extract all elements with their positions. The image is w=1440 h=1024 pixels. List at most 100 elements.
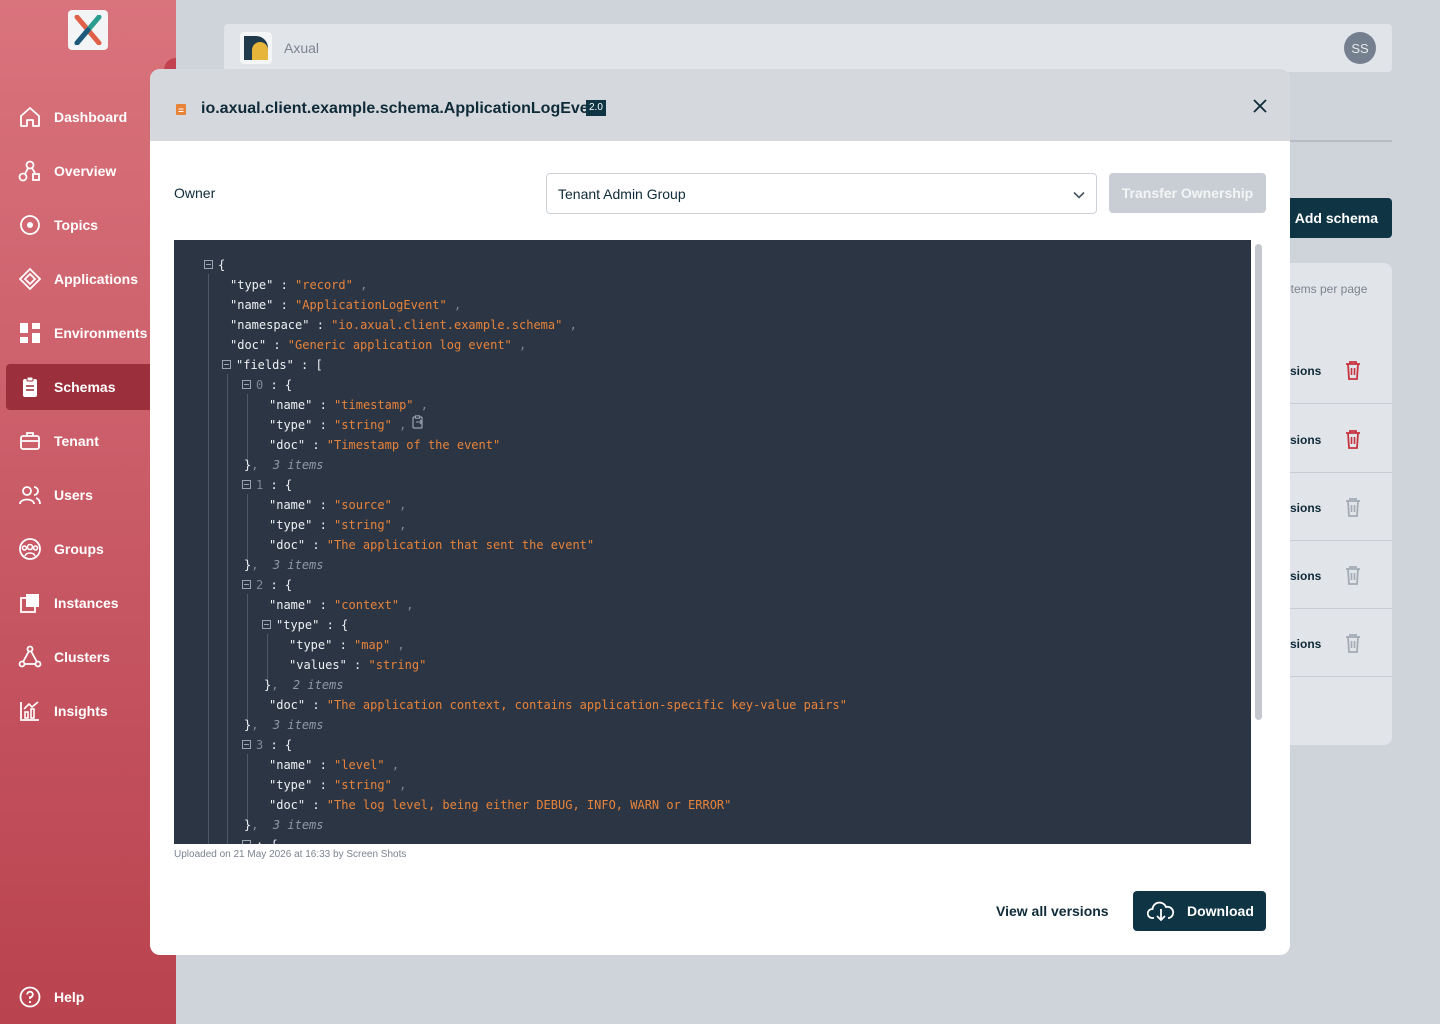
sidebar-item-label: Topics: [54, 217, 99, 233]
close-icon[interactable]: [1250, 96, 1270, 116]
json-line: "type" : "string" ,: [269, 418, 407, 432]
clusters-icon: [18, 645, 42, 668]
sidebar-item-label: Groups: [54, 541, 104, 557]
versions-link[interactable]: sions: [1290, 637, 1321, 651]
indent-guide: [247, 594, 248, 724]
delete-icon[interactable]: [1344, 360, 1362, 380]
scrollbar-thumb[interactable]: [1255, 244, 1262, 720]
json-line: "name" : "context" ,: [269, 598, 414, 612]
json-line: "type" : {: [262, 615, 348, 635]
schema-icon: [176, 104, 186, 115]
collapse-toggle[interactable]: [242, 840, 251, 844]
view-all-versions-button[interactable]: View all versions: [996, 903, 1109, 919]
versions-link[interactable]: sions: [1290, 501, 1321, 515]
json-line: }, 3 items: [244, 458, 324, 472]
json-line: "type" : "record" ,: [230, 278, 368, 292]
json-line: }, 3 items: [244, 558, 324, 572]
tenant-logo-icon[interactable]: [240, 32, 272, 64]
indent-guide: [227, 374, 228, 844]
sidebar-item-label: Dashboard: [54, 109, 128, 125]
json-value: Generic application log event: [295, 338, 505, 352]
version-badge: 2.0: [586, 100, 606, 116]
collapse-toggle[interactable]: [222, 360, 231, 369]
json-value: source: [341, 498, 385, 512]
json-line: 0 : {: [242, 375, 292, 395]
schema-json-viewer: { "type" : "record" , "name" : "Applicat…: [174, 240, 1251, 844]
json-value: The log level, being either DEBUG, INFO,…: [334, 798, 725, 812]
json-value: string: [375, 658, 420, 672]
json-value: context: [341, 598, 392, 612]
collapse-toggle[interactable]: [242, 740, 251, 749]
json-item-count: 3 items: [272, 818, 324, 832]
delete-icon: [1346, 634, 1360, 653]
owner-label: Owner: [174, 185, 216, 201]
json-value: string: [341, 418, 385, 432]
indent-guide: [247, 494, 248, 564]
collapse-toggle[interactable]: [204, 260, 213, 269]
json-line: 1 : {: [242, 475, 292, 495]
json-line: }, 3 items: [244, 818, 324, 832]
json-line: }, 3 items: [244, 718, 324, 732]
json-line: 3 : {: [242, 735, 292, 755]
sidebar-item-label: Clusters: [54, 649, 111, 665]
json-line: "doc" : "Generic application log event" …: [230, 338, 527, 352]
items-per-page-label: items per page: [1288, 282, 1368, 296]
modal-title: io.axual.client.example.schema.Applicati…: [201, 100, 604, 117]
users-icon: [19, 486, 41, 505]
json-value: io.axual.client.example.schema: [338, 318, 556, 332]
versions-link[interactable]: sions: [1290, 569, 1321, 583]
owner-select-value: Tenant Admin Group: [558, 186, 686, 202]
copy-icon[interactable]: [412, 415, 424, 429]
json-line: "doc" : "The log level, being either DEB…: [269, 798, 732, 812]
delete-icon: [1346, 566, 1360, 585]
collapse-toggle[interactable]: [242, 380, 251, 389]
collapse-toggle[interactable]: [242, 580, 251, 589]
json-value: string: [341, 518, 385, 532]
owner-select[interactable]: Tenant Admin Group: [546, 173, 1097, 214]
json-value: The application context, contains applic…: [334, 698, 840, 712]
collapse-toggle[interactable]: [262, 620, 271, 629]
indent-guide: [247, 754, 248, 824]
sidebar-item-label: Overview: [54, 163, 117, 179]
json-value: string: [341, 778, 385, 792]
json-line: "name" : "ApplicationLogEvent" ,: [230, 298, 462, 312]
json-line: }, 2 items: [264, 678, 344, 692]
axual-logo[interactable]: [68, 10, 108, 50]
topics-icon: [20, 215, 40, 235]
groups-icon: [19, 538, 41, 560]
json-value: map: [361, 638, 383, 652]
json-value: timestamp: [341, 398, 407, 412]
tab-underline: [1288, 140, 1392, 142]
collapse-toggle[interactable]: [242, 480, 251, 489]
json-line: "values" : "string": [289, 658, 427, 672]
indent-guide: [208, 274, 209, 844]
json-scrollbar[interactable]: [1251, 240, 1266, 844]
avatar[interactable]: SS: [1344, 32, 1376, 64]
delete-icon: [1346, 498, 1360, 517]
json-line: 2 : {: [242, 575, 292, 595]
top-bar: Axual SS: [224, 24, 1392, 72]
versions-link[interactable]: sions: [1290, 433, 1321, 447]
upload-info: Uploaded on 21 May 2026 at 16:33 by Scre…: [174, 849, 407, 860]
json-line: "doc" : "The application that sent the e…: [269, 538, 595, 552]
versions-link[interactable]: sions: [1290, 364, 1321, 378]
sidebar-item-help[interactable]: Help: [6, 974, 176, 1020]
json-line: "doc" : "The application context, contai…: [269, 698, 847, 712]
cloud-download-icon: [1147, 901, 1175, 922]
sidebar-item-label: Users: [54, 487, 93, 503]
json-item-count: 3 items: [272, 558, 324, 572]
sidebar-item-label: Insights: [54, 703, 108, 719]
json-line: "type" : "string" ,: [269, 778, 407, 792]
home-icon: [20, 107, 40, 127]
download-label: Download: [1187, 903, 1254, 919]
json-value: ApplicationLogEvent: [302, 298, 440, 312]
json-line: "fields" : [: [222, 355, 323, 375]
sidebar-item-label: Environments: [54, 325, 148, 341]
json-item-count: 2 items: [292, 678, 344, 692]
transfer-ownership-button[interactable]: Transfer Ownership: [1109, 173, 1266, 213]
tenant-icon: [20, 432, 40, 450]
delete-icon[interactable]: [1344, 429, 1362, 449]
json-line: "type" : "string" ,: [269, 518, 407, 532]
applications-icon: [18, 267, 42, 291]
download-button[interactable]: Download: [1133, 891, 1266, 931]
